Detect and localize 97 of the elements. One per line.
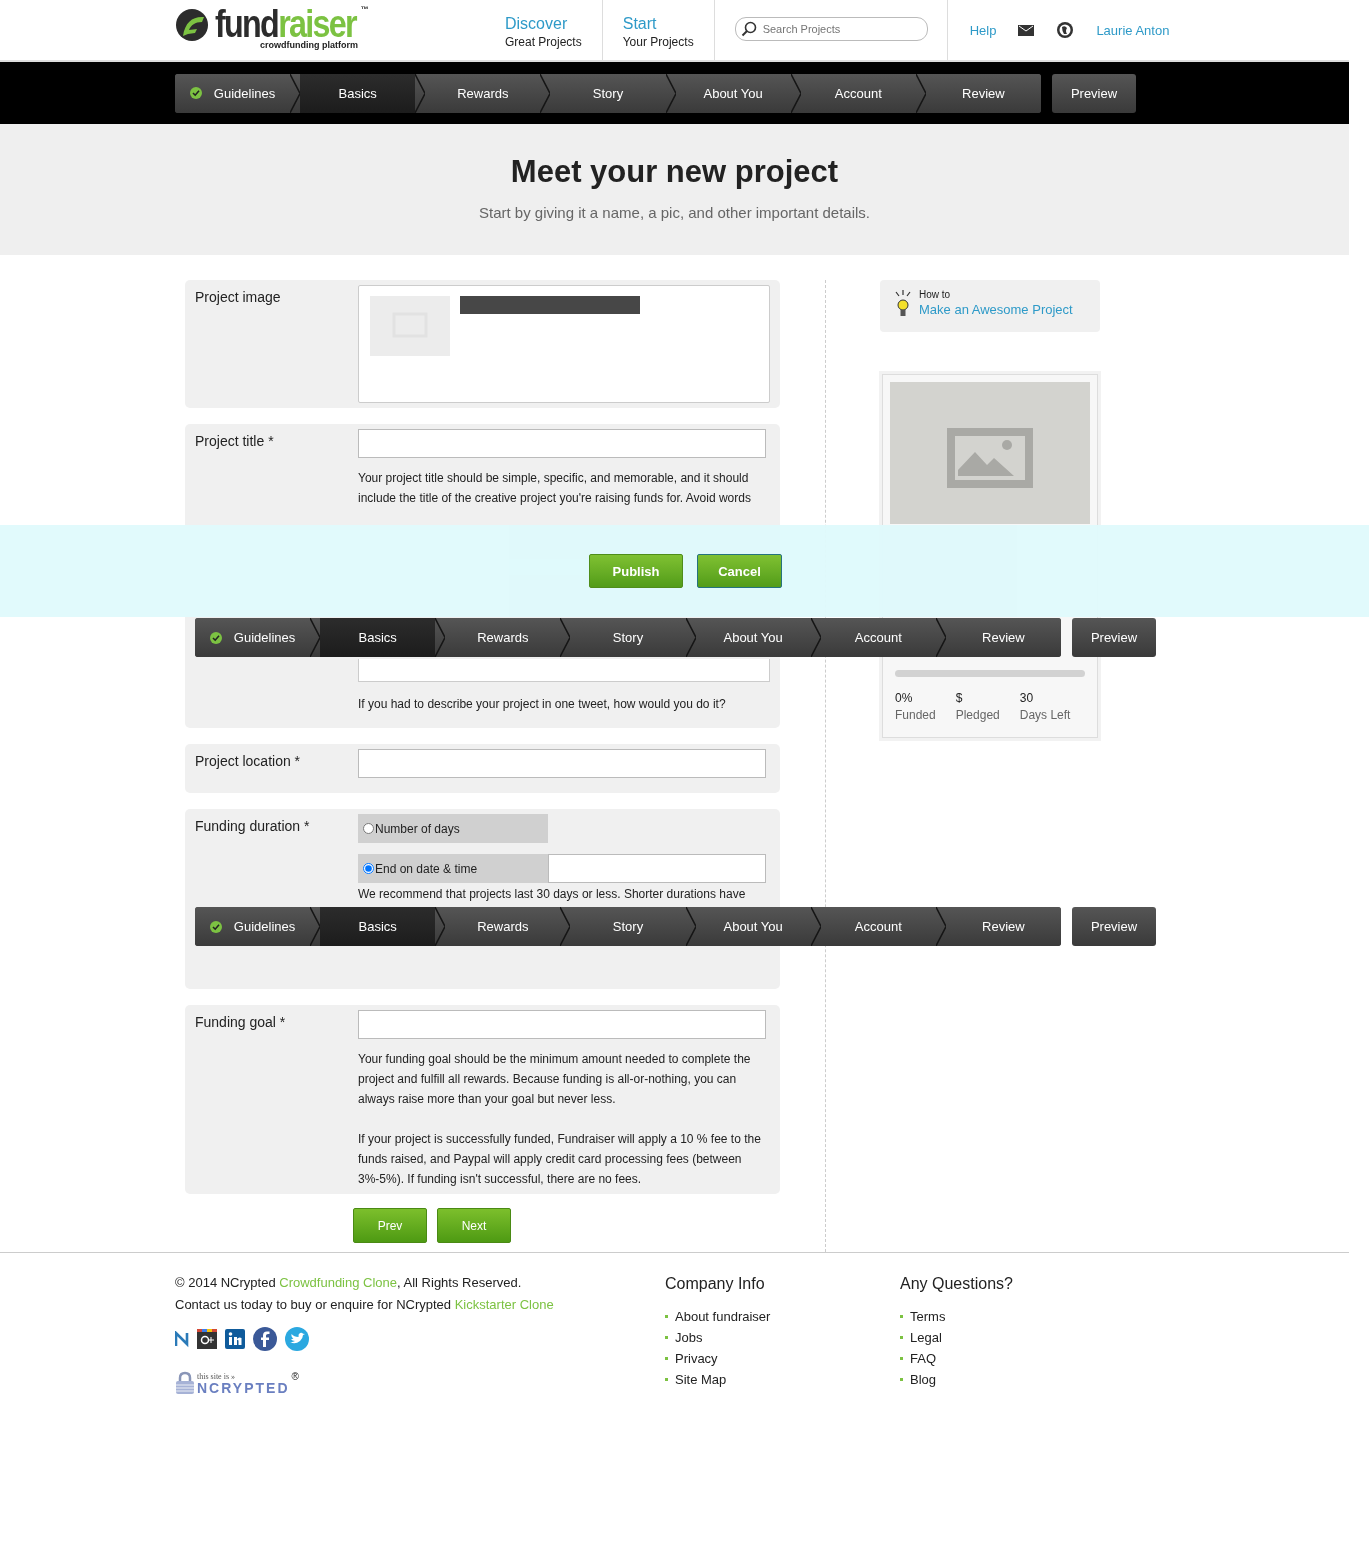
bullet-icon xyxy=(665,1315,668,1318)
image-placeholder-icon xyxy=(890,382,1090,524)
footer-link[interactable]: FAQ xyxy=(910,1351,936,1366)
footer-link[interactable]: Jobs xyxy=(675,1330,703,1345)
chevron-divider xyxy=(310,907,321,946)
bullet-icon xyxy=(900,1378,903,1381)
chevron-divider xyxy=(915,73,926,113)
search-input[interactable]: Search Projects xyxy=(760,22,925,36)
chevron-divider xyxy=(790,73,801,113)
footer-link[interactable]: Site Map xyxy=(675,1372,727,1387)
date-input-field[interactable] xyxy=(548,854,766,883)
google-plus-icon[interactable] xyxy=(197,1329,217,1349)
badge-caption: this site is » xyxy=(197,1372,236,1381)
footer-heading: Any Questions? xyxy=(900,1275,1014,1293)
footer-heading: Company Info xyxy=(665,1275,766,1293)
step-tab[interactable]: Basics xyxy=(300,73,416,113)
textarea-field[interactable] xyxy=(358,659,770,682)
image-thumbnail-icon xyxy=(370,296,450,356)
field-label: Project title * xyxy=(195,433,275,449)
stat-value: $ xyxy=(955,691,964,705)
footer-text: © 2014 NCrypted Crowdfunding Clone, All Rights Reserved. xyxy=(175,1275,523,1290)
radio-button[interactable] xyxy=(363,863,374,874)
hint-text: If your project is successfully funded, Fundraiser will apply a 10 % fee to the funds raised, and Paypal will apply credit card processing fees (between 3%-5%). If funding isn't successful, there are no fees. xyxy=(358,1131,762,1188)
chevron-divider xyxy=(290,73,301,113)
footer-link[interactable]: Privacy xyxy=(675,1351,718,1366)
hint-text: If you had to describe your project in one tweet, how would you do it? xyxy=(358,696,727,713)
field-label: Project location * xyxy=(195,753,302,769)
footer-link[interactable]: About fundraiser xyxy=(675,1309,771,1324)
registered-mark: ® xyxy=(291,1371,299,1382)
chevron-divider xyxy=(310,618,321,657)
text-input-field[interactable] xyxy=(358,749,766,778)
image-upload-field[interactable] xyxy=(358,285,770,403)
stat-label: Days Left xyxy=(1019,708,1071,722)
chevron-divider xyxy=(810,618,821,657)
check-icon xyxy=(209,631,222,644)
bullet-icon xyxy=(900,1315,903,1318)
check-icon xyxy=(189,87,202,99)
step-tab[interactable]: Basics xyxy=(320,907,436,946)
nav-link[interactable]: Start Your Projects xyxy=(602,0,715,60)
badge-wordmark: NCRYPTED xyxy=(197,1381,290,1395)
page-title: Meet your new project xyxy=(509,153,840,190)
text-input-field[interactable] xyxy=(358,429,766,458)
chevron-divider xyxy=(540,73,551,113)
preview-button[interactable]: Preview xyxy=(1052,73,1136,113)
bullet-icon xyxy=(665,1357,668,1360)
mail-icon[interactable] xyxy=(1018,24,1035,36)
ncrypted-icon[interactable] xyxy=(175,1330,189,1348)
chevron-divider xyxy=(685,907,696,946)
footer-link[interactable]: Blog xyxy=(910,1372,937,1387)
bullet-icon xyxy=(665,1378,668,1381)
search-icon xyxy=(740,21,757,37)
tip-caption: How to xyxy=(919,289,952,300)
chevron-divider xyxy=(935,907,946,946)
stat-label: Funded xyxy=(895,708,936,722)
footer-text: Contact us today to buy or enquire for NCrypted Kickstarter Clone xyxy=(175,1297,555,1312)
hint-text: We recommend that projects last 30 days or less. Shorter durations have xyxy=(358,886,747,902)
chevron-divider xyxy=(415,73,426,113)
preview-button[interactable]: Preview xyxy=(1072,907,1156,946)
bullet-icon xyxy=(900,1357,903,1360)
bullet-icon xyxy=(665,1336,668,1339)
field-label: Project image xyxy=(195,289,282,305)
chevron-divider xyxy=(560,907,571,946)
stat-value: 30 xyxy=(1019,691,1035,705)
step-tab[interactable]: Basics xyxy=(320,618,436,657)
check-icon xyxy=(209,920,222,933)
field-label: Funding goal * xyxy=(195,1014,287,1030)
facebook-icon[interactable] xyxy=(253,1327,277,1351)
twitter-bird-icon[interactable] xyxy=(285,1327,309,1351)
page-subtitle: Start by giving it a name, a pic, and other important details. xyxy=(477,204,871,221)
padlock-icon xyxy=(175,1371,195,1395)
nav-link[interactable]: Discover Great Projects xyxy=(475,0,603,60)
hint-text: Your funding goal should be the minimum amount needed to complete the project and fulfill all rewards. Because funding is all-or-nothing, you can always raise more than your goal but never less. xyxy=(358,1051,752,1108)
linkedin-icon[interactable] xyxy=(225,1329,245,1349)
preview-button[interactable]: Preview xyxy=(1072,618,1156,657)
stat-label: Pledged xyxy=(955,708,1000,722)
chevron-divider xyxy=(810,907,821,946)
chevron-divider xyxy=(935,618,946,657)
search-field[interactable]: Search Projects xyxy=(734,17,928,41)
footer-link[interactable]: Legal xyxy=(910,1330,942,1345)
field-label: Funding duration * xyxy=(195,818,311,834)
stat-value: 0% xyxy=(895,691,914,705)
bullet-icon xyxy=(900,1336,903,1339)
globe-icon[interactable] xyxy=(1056,21,1075,39)
hint-text: Your project title should be simple, specific, and memorable, and it should include the title of the creative project you're raising funds for. Avoid words xyxy=(358,470,752,507)
radio-button[interactable] xyxy=(363,823,374,834)
logo[interactable]: fundraiser™ crowdfunding platform xyxy=(175,0,475,60)
chevron-divider xyxy=(665,73,676,113)
footer-link[interactable]: Terms xyxy=(910,1309,946,1324)
chevron-divider xyxy=(685,618,696,657)
text-input-field[interactable] xyxy=(358,1010,766,1039)
lightbulb-icon xyxy=(894,289,912,319)
leaf-logo-icon xyxy=(175,8,209,42)
radio-label[interactable]: Number of days xyxy=(375,821,460,836)
radio-label[interactable]: End on date & time xyxy=(375,861,478,876)
chevron-divider xyxy=(560,618,571,657)
chevron-divider xyxy=(435,907,446,946)
chevron-divider xyxy=(435,618,446,657)
